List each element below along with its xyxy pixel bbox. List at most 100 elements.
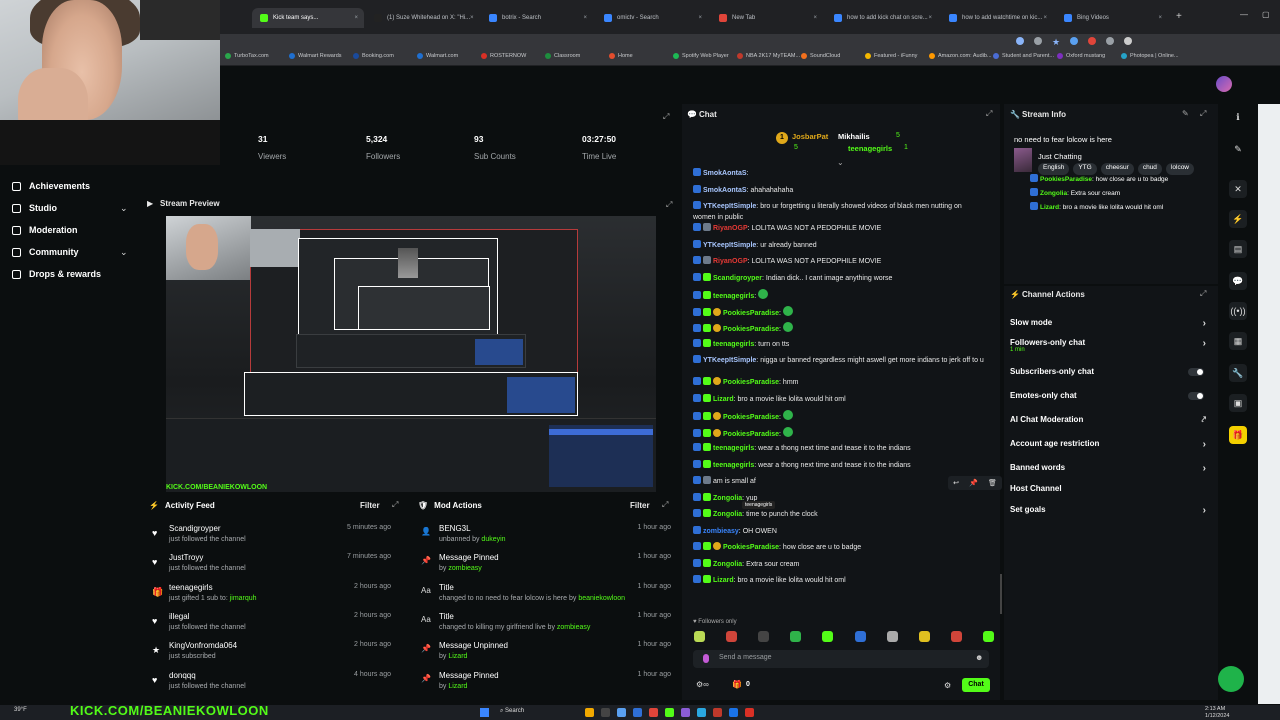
browser-tab[interactable]: (1) Suze Whitehead on X: "Hi... × [366,8,478,28]
chat-message[interactable]: RiyanOGP: LOLITA WAS NOT A PEDOPHILE MOV… [693,223,985,234]
gift-icon[interactable]: 🎁 [732,680,742,689]
pencil-icon[interactable]: ✎ [1229,140,1247,158]
emote-icon[interactable] [694,631,705,642]
activity-username[interactable]: donqqq [169,671,196,680]
expand-icon[interactable]: ⤢ [986,109,992,119]
leaderboard-user[interactable]: Mikhailis [838,132,870,141]
browser-tab[interactable]: Bing Videos × [1056,8,1168,28]
gear-icon[interactable]: ⚙ [944,681,951,690]
chat-username[interactable]: Zongolia [713,495,742,502]
sidebar-item-community[interactable]: Community [12,245,79,259]
chat-message[interactable]: teenagegirls: wear a thong next time and… [693,443,985,454]
chat-message[interactable]: RiyanOGP: LOLITA WAS NOT A PEDOPHILE MOV… [693,256,985,267]
taskbar-app-icon[interactable] [665,708,674,717]
chat-username[interactable]: Zongolia [713,561,742,568]
chat-username[interactable]: PookiesParadise [723,431,779,438]
chat-message[interactable]: YTKeepItSimple: bro ur forgetting u lite… [693,201,985,223]
chat-username[interactable]: Scandigroyper [713,275,762,282]
browser-tab[interactable]: Kick team says... × [252,8,364,28]
chat-message[interactable]: PookiesParadise: hmm [693,377,985,388]
tab-close-icon[interactable]: × [470,15,474,21]
chat-username[interactable]: teenagegirls [713,445,754,452]
external-link-icon[interactable]: ⤤ [1201,415,1206,425]
activity-filter-button[interactable]: Filter [360,501,380,510]
chevron-right-icon[interactable]: › [1203,318,1206,329]
channel-action-subscribers-only-chat[interactable]: Subscribers-only chat [1010,367,1212,376]
mod-action-item[interactable]: Title changed to no need to fear lolcow i… [439,583,671,609]
chat-message[interactable]: PookiesParadise: [693,426,985,440]
mod-action-item[interactable]: Message Pinned by Lizard 1 hour ago [439,671,671,697]
delete-icon[interactable]: 🗑 [988,479,997,487]
emote-icon[interactable] [950,631,962,642]
layers-icon[interactable]: ▦ [1229,332,1247,350]
taskbar-app-icon[interactable] [585,708,594,717]
emote-icon[interactable] [982,631,994,642]
chevron-down-icon[interactable]: ⌄ [120,203,128,214]
extension-icon[interactable] [1088,37,1097,45]
chat-message[interactable]: Zongolia: Extra sour cream [693,558,985,570]
mod-action-item[interactable]: Message Pinned by zombieasy 1 hour ago [439,553,671,579]
chat-message[interactable]: PookiesParadise: [693,322,985,335]
activity-feed-item[interactable]: donqqq just followed the channel 4 hours a… [169,671,391,697]
bookmark-item[interactable]: Amazon.com: Audib... [929,53,992,59]
chat-username[interactable]: PookiesParadise [723,379,779,386]
chat-username[interactable]: teenagegirls [713,462,754,469]
chat-message[interactable]: zombieasy: OH OWEN [693,525,985,537]
browser-tab[interactable]: New Tab × [711,8,823,28]
activity-feed-item[interactable]: illegal just followed the channel 2 hours … [169,612,391,638]
emote-icon[interactable] [758,631,770,642]
tab-close-icon[interactable]: × [698,15,702,21]
browser-tab[interactable]: botrix - Search × [481,8,593,28]
tab-close-icon[interactable]: × [583,15,587,21]
clock-time[interactable]: 2:13 AM [1205,706,1225,712]
bookmark-star-icon[interactable]: ★ [1052,37,1060,48]
chat-settings-icon[interactable]: ⚙∞ [696,680,709,689]
chat-send-button[interactable]: Chat [962,678,990,692]
broadcast-icon[interactable]: ((•)) [1229,302,1247,320]
extension-icon[interactable] [1016,37,1024,45]
reply-icon[interactable]: ↩ [953,479,959,487]
toggle-switch[interactable] [1188,368,1204,376]
new-tab-icon[interactable]: + [1176,11,1182,22]
tab-close-icon[interactable]: × [928,15,932,21]
channel-action-set-goals[interactable]: Set goals › [1010,505,1212,516]
taskbar-app-icon[interactable] [601,708,610,717]
chevron-right-icon[interactable]: › [1203,463,1206,474]
activity-username[interactable]: illegal [169,612,189,621]
bookmark-item[interactable]: Booking.com [353,53,394,59]
layout-icon[interactable]: ▣ [1229,394,1247,412]
pin-icon[interactable]: 📌 [969,479,978,487]
chat-message[interactable]: Zongolia: yup [693,492,985,504]
activity-feed-item[interactable]: KingVonfromda064 just subscribed 2 hours a… [169,641,391,667]
chat-username[interactable]: SmokAontaS [703,170,747,177]
extension-icon[interactable] [1070,37,1079,45]
tab-close-icon[interactable]: × [813,15,817,21]
mod-action-item[interactable]: Title changed to killing my girlfriend li… [439,612,671,638]
chevron-right-icon[interactable]: › [1203,338,1206,349]
chat-username[interactable]: Lizard [713,396,734,403]
weather-widget[interactable]: 39°F [14,707,27,713]
chat-username[interactable]: YTKeepItSimple [703,357,756,364]
emoji-icon[interactable]: ☻ [975,653,983,662]
bookmark-item[interactable]: Student and Parent... [993,53,1054,59]
mod-filter-button[interactable]: Filter [630,501,650,510]
activity-username[interactable]: KingVonfromda064 [169,641,237,650]
mod-action-actor[interactable]: dukeyin [479,536,505,543]
emote-icon[interactable] [726,631,738,642]
bookmark-item[interactable]: Classroom [545,53,580,59]
chat-username[interactable]: YTKeepItSimple [703,203,756,210]
activity-recipient[interactable]: jimarquh [228,595,257,602]
close-icon[interactable]: ✕ [1229,180,1247,198]
restore-icon[interactable]: ▢ [1262,10,1270,19]
expand-icon[interactable]: ⤢ [392,500,398,510]
emote-icon[interactable] [790,631,802,642]
channel-action-ai-chat-moderation[interactable]: AI Chat Moderation ⤤ [1010,415,1212,424]
bookmark-item[interactable]: Walmart Rewards [289,53,342,59]
taskbar-app-icon[interactable] [729,708,738,717]
gift-icon[interactable]: 🎁 [1229,426,1247,444]
bookmark-item[interactable]: Home [609,53,633,59]
chat-username[interactable]: Lizard [713,577,734,584]
mic-icon[interactable] [703,654,709,663]
sidebar-item-moderation[interactable]: Moderation [12,223,78,237]
list-icon[interactable]: ▤ [1229,240,1247,258]
